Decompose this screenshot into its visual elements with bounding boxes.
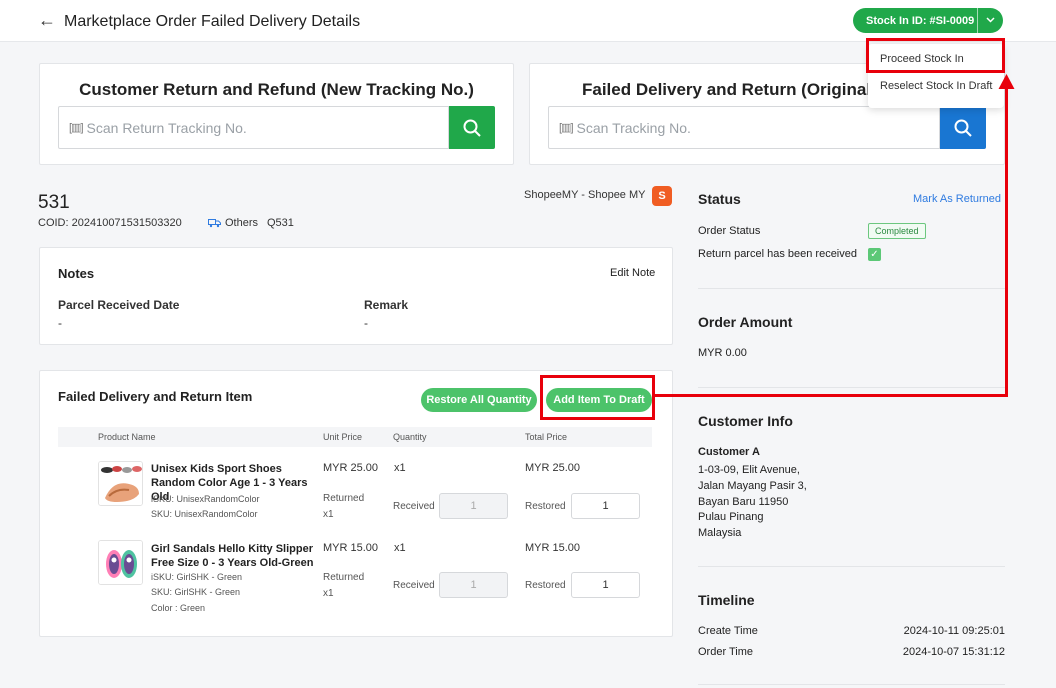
product-isku: iSKU: GirlSHK - Green	[151, 572, 243, 582]
notes-title: Notes	[58, 266, 95, 281]
search-icon	[463, 119, 481, 137]
timeline-title: Timeline	[698, 592, 755, 608]
scan-return-input[interactable]: [▥] Scan Return Tracking No.	[58, 106, 449, 149]
product-isku: iSKU: UnisexRandomColor	[151, 494, 260, 504]
col-unit-price: Unit Price	[323, 432, 363, 442]
shopee-icon: S	[652, 186, 672, 206]
order-status-label: Order Status	[698, 225, 761, 237]
page-title: Marketplace Order Failed Delivery Detail…	[64, 13, 361, 30]
received-label: Received	[393, 501, 435, 512]
address-line: Pulau Pinang	[698, 511, 764, 523]
address-line: Jalan Mayang Pasir 3,	[698, 480, 807, 492]
address-line: Bayan Baru 11950	[698, 496, 789, 508]
address-line: Malaysia	[698, 527, 742, 539]
remark-value: -	[364, 316, 368, 330]
order-number: 531	[38, 192, 70, 213]
parcel-received-date-label: Parcel Received Date	[58, 298, 180, 312]
create-time-label: Create Time	[698, 625, 758, 637]
annotation-line-horizontal	[655, 394, 1008, 397]
remark-label: Remark	[364, 298, 409, 312]
chevron-down-icon[interactable]	[978, 15, 1003, 26]
status-title: Status	[698, 191, 741, 207]
scan-return-title: Customer Return and Refund (New Tracking…	[79, 80, 474, 99]
address-line: 1-03-09, Elit Avenue,	[698, 464, 800, 476]
customer-info-title: Customer Info	[698, 413, 793, 429]
quantity: x1	[394, 542, 406, 554]
received-label: Received	[393, 580, 435, 591]
col-total-price: Total Price	[525, 432, 568, 442]
reselect-stock-in-draft-option[interactable]: Reselect Stock In Draft	[880, 80, 993, 92]
barcode-icon: [▥]	[559, 122, 573, 134]
returned-qty: x1	[323, 509, 334, 520]
barcode-icon: [▥]	[69, 122, 83, 134]
product-sku: SKU: GirlSHK - Green	[151, 587, 241, 597]
scan-return-card: Customer Return and Refund (New Tracking…	[39, 63, 514, 165]
quantity: x1	[394, 462, 406, 474]
received-quantity-input: 1	[439, 493, 508, 519]
scan-tracking-placeholder: Scan Tracking No.	[576, 119, 691, 136]
shipping-method-label: Others	[225, 217, 259, 229]
notes-card: Notes Edit Note Parcel Received Date - R…	[39, 247, 673, 345]
order-ref: Q531	[267, 217, 294, 229]
customer-name: Customer A	[698, 446, 760, 458]
restored-label: Restored	[525, 501, 566, 512]
order-time-label: Order Time	[698, 646, 754, 658]
total-price: MYR 15.00	[525, 542, 581, 554]
mark-as-returned-link[interactable]: Mark As Returned	[913, 193, 1001, 205]
shop-name: ShopeeMY - Shopee MY	[524, 189, 646, 201]
product-sku: SKU: UnisexRandomColor	[151, 509, 258, 519]
col-product-name: Product Name	[98, 432, 156, 442]
create-time-value: 2024-10-11 09:25:01	[903, 625, 1005, 637]
parcel-received-date-value: -	[58, 316, 62, 330]
returned-label: Returned	[323, 572, 365, 583]
restored-quantity-input[interactable]: 1	[571, 493, 640, 519]
divider	[698, 288, 1005, 289]
returned-qty: x1	[323, 588, 334, 599]
status-badge: Completed	[868, 223, 926, 239]
back-arrow-icon[interactable]: ←	[38, 10, 56, 31]
divider	[698, 566, 1005, 567]
scan-return-search-button[interactable]	[449, 106, 495, 149]
col-quantity: Quantity	[393, 432, 427, 442]
shipping-method: Others	[208, 217, 258, 229]
stock-in-label: Stock In ID: #SI-0009	[866, 14, 975, 27]
page-header: ← Marketplace Order Failed Delivery Deta…	[0, 0, 1056, 42]
items-table-header: Product Name Unit Price Quantity Total P…	[58, 427, 652, 447]
parcel-received-checkbox[interactable]: ✓	[868, 248, 881, 261]
product-image	[98, 540, 143, 585]
total-price: MYR 25.00	[525, 462, 581, 474]
scan-tracking-input[interactable]: [▥] Scan Tracking No.	[548, 106, 940, 149]
restored-quantity-input[interactable]: 1	[571, 572, 640, 598]
scan-tracking-search-button[interactable]	[940, 106, 986, 149]
items-section-title: Failed Delivery and Return Item	[58, 389, 253, 404]
unit-price: MYR 25.00	[323, 462, 379, 474]
unit-price: MYR 15.00	[323, 542, 379, 554]
product-color: Color : Green	[151, 603, 206, 613]
search-icon	[954, 119, 972, 137]
highlight-add-item-to-draft	[540, 375, 655, 420]
edit-note-link[interactable]: Edit Note	[610, 267, 655, 279]
truck-icon	[208, 219, 221, 228]
product-name: Girl Sandals Hello Kitty Slipper Free Si…	[151, 543, 314, 569]
annotation-arrow-head-icon	[998, 74, 1015, 89]
returned-label: Returned	[323, 493, 365, 504]
received-quantity-input: 1	[439, 572, 508, 598]
order-amount-title: Order Amount	[698, 314, 793, 330]
restore-all-quantity-button[interactable]: Restore All Quantity	[421, 388, 537, 412]
coid-text: COID: 202410071531503320	[38, 217, 182, 229]
product-image	[98, 461, 143, 506]
stock-in-button[interactable]: Stock In ID: #SI-0009	[853, 8, 1003, 33]
annotation-line-vertical	[1005, 86, 1008, 397]
order-amount-value: MYR 0.00	[698, 347, 747, 359]
parcel-received-label: Return parcel has been received	[698, 248, 857, 260]
order-time-value: 2024-10-07 15:31:12	[902, 646, 1005, 658]
scan-return-placeholder: Scan Return Tracking No.	[86, 119, 247, 136]
divider	[698, 684, 1005, 685]
restored-label: Restored	[525, 580, 566, 591]
divider	[698, 387, 1005, 388]
highlight-proceed-stock-in	[866, 38, 1005, 73]
